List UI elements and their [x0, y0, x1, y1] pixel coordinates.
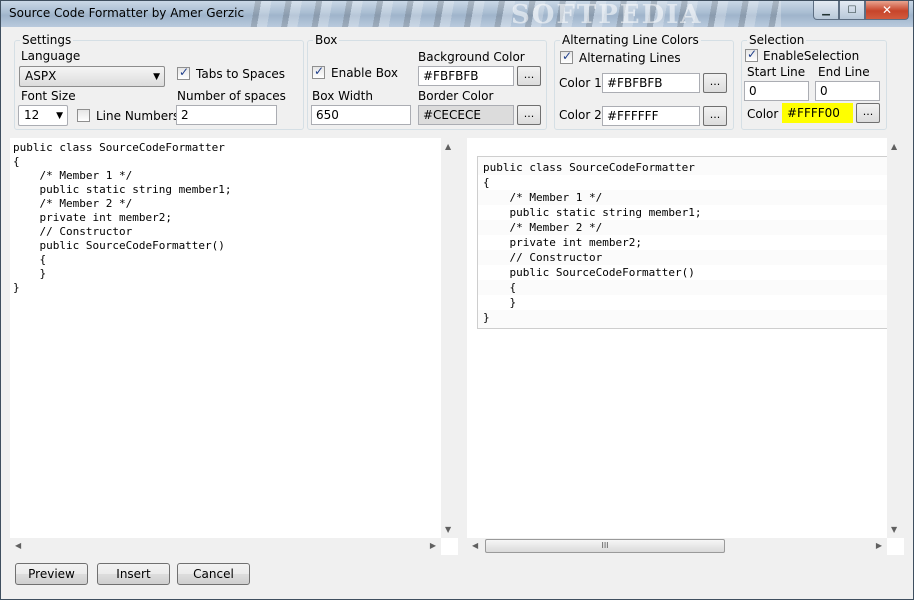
border-color-input[interactable]: #CECECE — [418, 105, 514, 125]
source-code-editor[interactable]: public class SourceCodeFormatter{ /* Mem… — [10, 138, 458, 555]
preview-code-line: private int member2; — [478, 235, 888, 250]
preview-code-line: public class SourceCodeFormatter — [478, 160, 888, 175]
scroll-down-icon[interactable]: ▼ — [891, 525, 897, 534]
preview-code-line: { — [478, 175, 888, 190]
border-color-label: Border Color — [418, 89, 494, 103]
editor-code-line[interactable]: { — [13, 253, 232, 267]
editor-code-line[interactable]: } — [13, 281, 232, 295]
background-color-browse-button[interactable]: ... — [517, 66, 541, 86]
insert-button[interactable]: Insert — [97, 563, 170, 585]
preview-code-line: { — [478, 280, 888, 295]
color2-label: Color 2 — [559, 108, 602, 122]
enable-selection-label: EnableSelection — [763, 49, 860, 63]
number-of-spaces-input[interactable]: 2 — [176, 105, 277, 125]
font-size-value: 12 — [24, 108, 40, 122]
color2-browse-button[interactable]: ... — [703, 106, 727, 126]
minimize-icon: ▁ — [822, 4, 830, 16]
cancel-button[interactable]: Cancel — [177, 563, 250, 585]
preview-code-line: } — [478, 310, 888, 325]
editor-code-line[interactable]: { — [13, 155, 232, 169]
settings-group-title: Settings — [20, 33, 74, 47]
editor-code-line[interactable]: /* Member 2 */ — [13, 197, 232, 211]
selection-group-title: Selection — [747, 33, 807, 47]
editor-code-line[interactable]: public class SourceCodeFormatter — [13, 141, 232, 155]
editor-code-line[interactable]: // Constructor — [13, 225, 232, 239]
preview-code-line: public static string member1; — [478, 205, 888, 220]
color1-browse-button[interactable]: ... — [703, 73, 727, 93]
scroll-up-icon[interactable]: ▲ — [445, 142, 451, 151]
scroll-up-icon[interactable]: ▲ — [891, 142, 897, 151]
preview-code-line: public SourceCodeFormatter() — [478, 265, 888, 280]
enable-box-label: Enable Box — [331, 66, 398, 80]
background-color-label: Background Color — [418, 50, 525, 64]
editor-vertical-scrollbar[interactable]: ▲ ▼ — [441, 138, 458, 538]
scroll-right-icon[interactable]: ▶ — [430, 541, 436, 550]
softpedia-watermark: SOFTPEDIA — [511, 0, 703, 30]
tabs-to-spaces-label: Tabs to Spaces — [196, 67, 286, 81]
start-line-label: Start Line — [747, 65, 806, 79]
scroll-left-icon[interactable]: ◀ — [15, 541, 21, 550]
selection-color-label: Color — [747, 107, 779, 121]
line-numbers-label: Line Numbers — [96, 109, 180, 123]
dropdown-arrow-icon: ▼ — [56, 111, 63, 121]
line-numbers-checkbox[interactable] — [77, 109, 90, 122]
preview-code-line: /* Member 1 */ — [478, 190, 888, 205]
selection-color-browse-button[interactable]: ... — [856, 103, 880, 123]
enable-selection-checkbox[interactable] — [745, 47, 758, 62]
color1-input[interactable]: #FBFBFB — [602, 73, 700, 93]
tabs-to-spaces-checkbox[interactable] — [177, 65, 190, 80]
close-button[interactable]: ✕ — [865, 1, 909, 20]
maximize-button[interactable]: ☐ — [839, 1, 865, 20]
color2-input[interactable]: #FFFFFF — [602, 106, 700, 126]
start-line-input[interactable]: 0 — [744, 81, 809, 101]
language-value: ASPX — [25, 69, 57, 83]
end-line-label: End Line — [818, 65, 870, 79]
title-bar[interactable]: Source Code Formatter by Amer Gerzic SOF… — [1, 0, 913, 30]
editor-code-line[interactable]: } — [13, 267, 232, 281]
preview-button[interactable]: Preview — [15, 563, 88, 585]
font-size-label: Font Size — [21, 89, 76, 103]
editor-code-line[interactable]: public static string member1; — [13, 183, 231, 197]
language-dropdown[interactable]: ASPX ▼ — [19, 66, 165, 87]
preview-code-text: public class SourceCodeFormatter{ /* Mem… — [478, 157, 888, 325]
maximize-icon: ☐ — [847, 4, 857, 16]
border-color-browse-button[interactable]: ... — [517, 105, 541, 125]
box-group-title: Box — [313, 33, 340, 47]
end-line-input[interactable]: 0 — [815, 81, 880, 101]
editor-code-line[interactable]: public SourceCodeFormatter() — [13, 239, 232, 253]
number-of-spaces-label: Number of spaces — [177, 89, 286, 103]
preview-code-line: } — [478, 295, 888, 310]
scroll-down-icon[interactable]: ▼ — [445, 525, 451, 534]
preview-code-line: // Constructor — [478, 250, 888, 265]
editor-code-line[interactable]: /* Member 1 */ — [13, 169, 232, 183]
language-label: Language — [21, 49, 81, 63]
source-code-text[interactable]: public class SourceCodeFormatter{ /* Mem… — [13, 141, 232, 295]
editor-code-line[interactable]: private int member2; — [13, 211, 232, 225]
background-color-input[interactable]: #FBFBFB — [418, 66, 514, 86]
alternating-lines-checkbox[interactable] — [560, 49, 573, 64]
preview-horizontal-scrollbar[interactable]: ◀ III ▶ — [467, 538, 887, 555]
scroll-left-icon[interactable]: ◀ — [472, 541, 478, 550]
preview-pane[interactable]: public class SourceCodeFormatter{ /* Mem… — [467, 138, 904, 555]
alternating-colors-group-title: Alternating Line Colors — [560, 33, 701, 47]
preview-code-line: /* Member 2 */ — [478, 220, 888, 235]
color1-label: Color 1 — [559, 76, 602, 90]
editor-horizontal-scrollbar[interactable]: ◀ ▶ — [10, 538, 441, 555]
preview-vertical-scrollbar[interactable]: ▲ ▼ — [887, 138, 904, 538]
scroll-right-icon[interactable]: ▶ — [876, 541, 882, 550]
window-controls: ▁ ☐ ✕ — [813, 1, 909, 20]
window-title: Source Code Formatter by Amer Gerzic — [9, 6, 245, 20]
box-width-label: Box Width — [312, 89, 373, 103]
font-size-dropdown[interactable]: 12 ▼ — [18, 105, 68, 126]
main-window: Source Code Formatter by Amer Gerzic SOF… — [0, 0, 914, 600]
box-width-input[interactable]: 650 — [311, 105, 411, 125]
selection-color-input[interactable]: #FFFF00 — [782, 103, 853, 123]
preview-code-box: public class SourceCodeFormatter{ /* Mem… — [477, 156, 888, 329]
enable-box-checkbox[interactable] — [312, 64, 325, 79]
minimize-button[interactable]: ▁ — [813, 1, 839, 20]
horizontal-scroll-thumb[interactable]: III — [485, 539, 725, 553]
alternating-lines-label: Alternating Lines — [579, 51, 681, 65]
close-icon: ✕ — [881, 3, 893, 17]
dropdown-arrow-icon: ▼ — [153, 72, 160, 82]
